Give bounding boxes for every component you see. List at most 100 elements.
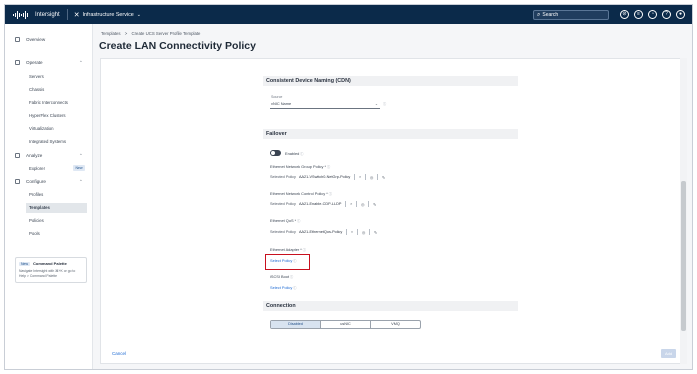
sidebar-item-pools[interactable]: Pools bbox=[29, 231, 40, 236]
sidebar-item-hyperflex-clusters[interactable]: HyperFlex Clusters bbox=[29, 113, 66, 118]
divider bbox=[354, 174, 355, 180]
sidebar-item-fabric-interconnects[interactable]: Fabric Interconnects bbox=[29, 100, 68, 105]
page-title: Create LAN Connectivity Policy bbox=[99, 40, 256, 52]
highlight-box bbox=[265, 254, 310, 270]
command-palette-card[interactable]: New Command Palette Navigate Intersight … bbox=[15, 257, 87, 283]
info-icon: ⓘ bbox=[290, 275, 294, 279]
sidebar-item-operate[interactable]: Operate bbox=[15, 60, 43, 65]
help-icon[interactable]: ? bbox=[662, 10, 671, 19]
info-icon: ⓘ bbox=[383, 102, 387, 106]
info-icon: ⓘ bbox=[327, 165, 331, 169]
section-failover: Failover bbox=[263, 129, 518, 139]
divider bbox=[369, 229, 370, 235]
chevron-up-icon[interactable]: ⌃ bbox=[79, 179, 83, 185]
selected-policy-label: Selected Policy bbox=[270, 202, 296, 206]
info-icon: ⓘ bbox=[297, 219, 301, 223]
sidebar-item-integrated-systems[interactable]: Integrated Systems bbox=[29, 139, 66, 144]
breadcrumb-separator: > bbox=[124, 31, 128, 36]
add-button[interactable]: Add bbox=[661, 349, 676, 358]
service-icon: ✕ bbox=[73, 11, 80, 19]
info-icon: ⓘ bbox=[300, 152, 304, 156]
scrollbar-thumb[interactable] bbox=[681, 181, 686, 331]
form-card bbox=[100, 58, 684, 364]
field-label: Ethernet Network Group Policy * bbox=[270, 164, 327, 169]
new-badge: New bbox=[19, 261, 31, 266]
chevron-down-icon[interactable]: ⌄ bbox=[375, 102, 378, 106]
edit-icon[interactable]: ✎ bbox=[382, 175, 385, 180]
breadcrumb-templates[interactable]: Templates bbox=[101, 31, 121, 36]
topbar-icons: ⊘ ≡ ◔ ? ● bbox=[620, 10, 685, 19]
sidebar-item-servers[interactable]: Servers bbox=[29, 74, 44, 79]
user-icon[interactable]: ● bbox=[676, 10, 685, 19]
section-connection: Connection bbox=[263, 301, 518, 311]
selected-policy-label: Selected Policy bbox=[270, 175, 296, 179]
connection-option-usnic[interactable]: usNIC bbox=[321, 321, 371, 328]
view-icon[interactable]: ◎ bbox=[361, 202, 364, 207]
connection-option-vmq[interactable]: VMQ bbox=[371, 321, 420, 328]
section-cdn: Consistent Device Naming (CDN) bbox=[263, 76, 518, 86]
sidebar-item-policies[interactable]: Policies bbox=[29, 218, 44, 223]
enabled-text: Enabled bbox=[285, 151, 300, 156]
selected-policy-value[interactable]: AA21-EthernetQos-Policy bbox=[299, 230, 342, 234]
ethernet-network-control-row: Selected Policy AA21-Enable-CDP-LLDP × ◎… bbox=[270, 201, 376, 207]
cisco-logo bbox=[13, 10, 29, 19]
search-icon: ⌕ bbox=[537, 11, 541, 18]
edit-icon[interactable]: ✎ bbox=[374, 230, 377, 235]
source-select[interactable]: vNIC Name bbox=[271, 101, 291, 106]
connection-selector: Disabled usNIC VMQ bbox=[270, 320, 421, 329]
clear-icon[interactable]: × bbox=[359, 175, 361, 179]
sidebar: Overview Operate ⌃ Servers Chassis Fabri… bbox=[5, 24, 93, 369]
analyze-icon bbox=[15, 153, 20, 158]
sidebar-item-label: Operate bbox=[26, 60, 43, 65]
sidebar-item-profiles[interactable]: Profiles bbox=[29, 192, 43, 197]
cancel-button[interactable]: Cancel bbox=[112, 351, 126, 356]
source-underline bbox=[270, 108, 380, 109]
ethernet-network-control-label: Ethernet Network Control Policy *ⓘ bbox=[270, 191, 332, 196]
notifications-icon[interactable]: ◔ bbox=[648, 10, 657, 19]
configure-icon bbox=[15, 179, 20, 184]
sidebar-item-templates[interactable]: Templates bbox=[26, 203, 87, 213]
divider bbox=[365, 174, 366, 180]
selected-policy-value[interactable]: AA21-VSwitch0-NetGrp-Policy bbox=[299, 175, 350, 179]
connection-option-disabled[interactable]: Disabled bbox=[271, 321, 321, 328]
new-badge: New bbox=[73, 165, 85, 171]
palette-title: Command Palette bbox=[33, 261, 67, 266]
sidebar-item-label: Configure bbox=[26, 179, 46, 184]
clear-icon[interactable]: × bbox=[350, 202, 352, 206]
view-icon[interactable]: ◎ bbox=[370, 175, 373, 180]
sidebar-item-configure[interactable]: Configure bbox=[15, 179, 46, 184]
ethernet-qos-label: Ethernet QoS *ⓘ bbox=[270, 218, 300, 223]
sidebar-item-analyze[interactable]: Analyze bbox=[15, 153, 42, 158]
sidebar-item-chassis[interactable]: Chassis bbox=[29, 87, 44, 92]
view-icon[interactable]: ◎ bbox=[362, 230, 365, 235]
iscsi-boot-select-policy-link[interactable]: Select Policyⓘ bbox=[270, 285, 296, 290]
edit-icon[interactable]: ✎ bbox=[373, 202, 376, 207]
sidebar-item-label: Overview bbox=[26, 37, 46, 42]
search-input[interactable]: ⌕ Search bbox=[533, 10, 609, 20]
divider bbox=[346, 229, 347, 235]
field-label: Ethernet Network Control Policy * bbox=[270, 191, 328, 196]
link-text: Select Policy bbox=[270, 285, 293, 290]
divider bbox=[368, 201, 369, 207]
sidebar-item-overview[interactable]: Overview bbox=[15, 37, 45, 42]
field-label: iSCSI Boot bbox=[270, 274, 290, 279]
divider bbox=[356, 201, 357, 207]
ethernet-network-group-label: Ethernet Network Group Policy *ⓘ bbox=[270, 164, 330, 169]
selected-policy-value[interactable]: AA21-Enable-CDP-LLDP bbox=[299, 202, 341, 206]
sidebar-item-explorer[interactable]: Explorer bbox=[29, 166, 45, 171]
service-selector[interactable]: ✕ Infrastructure Service ⌄ bbox=[74, 11, 141, 19]
app-window: Intersight ✕ Infrastructure Service ⌄ ⌕ … bbox=[4, 4, 693, 370]
status-icon[interactable]: ⊘ bbox=[620, 10, 629, 19]
search-placeholder: Search bbox=[542, 12, 559, 18]
chevron-up-icon[interactable]: ⌃ bbox=[79, 153, 83, 159]
breadcrumb-template-create[interactable]: Create UCS Server Profile Template bbox=[132, 31, 201, 36]
field-label: Ethernet QoS * bbox=[270, 218, 297, 223]
info-icon: ⓘ bbox=[293, 286, 297, 290]
palette-description: Navigate Intersight with ⌘+K or go to He… bbox=[19, 269, 76, 278]
chevron-up-icon[interactable]: ⌃ bbox=[79, 60, 83, 66]
failover-toggle[interactable] bbox=[270, 150, 281, 156]
tasks-icon[interactable]: ≡ bbox=[634, 10, 643, 19]
sidebar-item-label: Analyze bbox=[26, 153, 43, 158]
sidebar-item-virtualization[interactable]: Virtualization bbox=[29, 126, 54, 131]
clear-icon[interactable]: × bbox=[351, 230, 353, 234]
